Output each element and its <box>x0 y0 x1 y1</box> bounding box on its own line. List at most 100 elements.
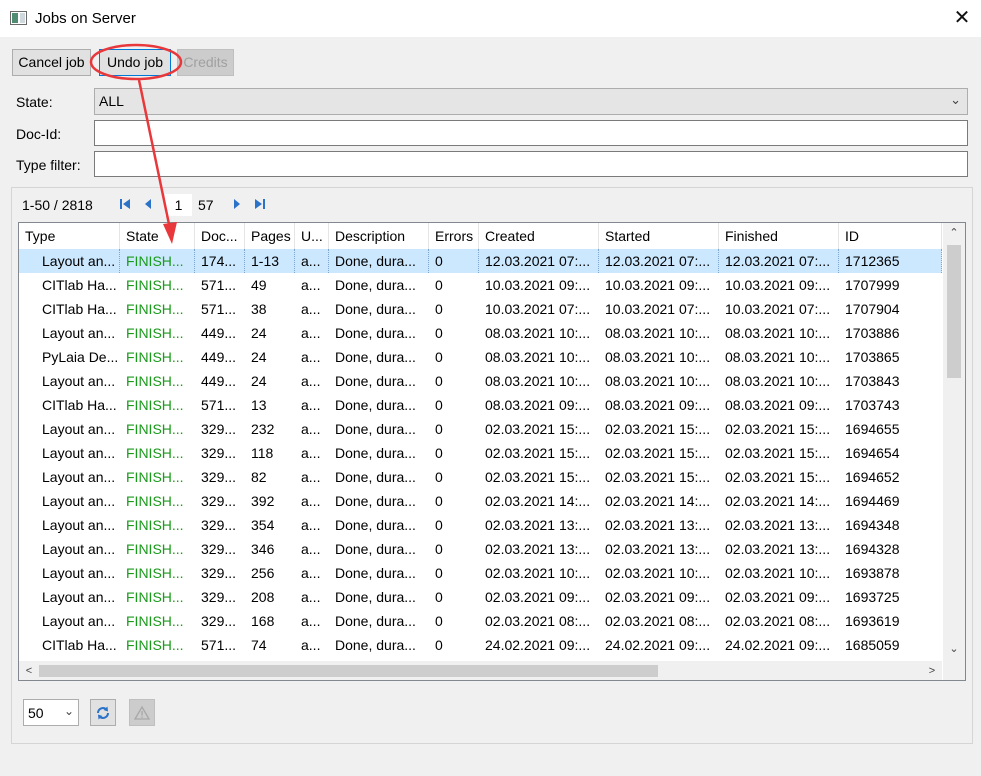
table-cell: 02.03.2021 15:... <box>725 421 831 437</box>
column-header[interactable]: Finished <box>719 223 839 249</box>
table-cell: Done, dura... <box>335 637 416 653</box>
table-cell: Done, dura... <box>329 249 429 273</box>
column-header[interactable]: Errors <box>429 223 479 249</box>
table-cell: 0 <box>435 421 443 437</box>
table-row[interactable]: CITlab Ha... FINISH... 571... 74 a... Done, d… <box>19 633 942 657</box>
jobs-table[interactable]: Type State Doc... Pages U... Description Error… <box>18 222 966 681</box>
table-row[interactable]: Layout an... FINISH... 329... 168 a... Done, … <box>19 609 942 633</box>
table-cell: 24 <box>251 373 267 389</box>
prev-page-icon[interactable] <box>141 197 155 213</box>
scroll-down-icon[interactable]: ⌄ <box>943 639 965 659</box>
title-bar: Jobs on Server ✕ <box>0 0 981 37</box>
table-cell: FINISH... <box>126 421 184 437</box>
table-row[interactable]: PyLaia De... FINISH... 449... 24 a... Done, d… <box>19 345 942 369</box>
table-cell: 02.03.2021 15:... <box>485 469 591 485</box>
table-cell: FINISH... <box>126 301 184 317</box>
column-header[interactable]: ID <box>839 223 942 249</box>
table-cell: CITlab Ha... <box>42 637 117 653</box>
table-cell: 0 <box>435 397 443 413</box>
table-cell: 02.03.2021 09:... <box>725 589 831 605</box>
table-row[interactable]: Layout an... FINISH... 449... 24 a... Done, d… <box>19 369 942 393</box>
table-cell: 0 <box>435 277 443 293</box>
table-cell: 0 <box>435 301 443 317</box>
column-header[interactable]: Doc... <box>195 223 245 249</box>
table-cell: 1694348 <box>845 517 900 533</box>
first-page-icon[interactable] <box>118 197 132 213</box>
table-row[interactable]: CITlab Ha... FINISH... 571... 49 a... Done, d… <box>19 273 942 297</box>
scroll-up-icon[interactable]: ⌃ <box>943 223 965 243</box>
doc-id-label: Doc-Id: <box>16 126 62 142</box>
table-cell: FINISH... <box>126 541 184 557</box>
table-cell: FINISH... <box>120 249 195 273</box>
warning-icon <box>133 706 151 720</box>
table-cell: 329... <box>201 589 237 605</box>
column-header[interactable]: Pages <box>245 223 295 249</box>
scroll-right-icon[interactable]: > <box>922 661 942 680</box>
cancel-job-button[interactable]: Cancel job <box>12 49 91 76</box>
table-cell: 1-13 <box>245 249 295 273</box>
table-cell: 74 <box>251 637 267 653</box>
table-cell: 1694655 <box>845 421 900 437</box>
undo-job-button[interactable]: Undo job <box>99 49 171 76</box>
table-cell: a... <box>301 397 321 413</box>
page-size-select[interactable]: 50 ⌄ <box>23 699 79 726</box>
last-page-icon[interactable] <box>253 197 267 213</box>
table-cell: 02.03.2021 09:... <box>605 589 711 605</box>
refresh-button[interactable] <box>90 699 116 726</box>
column-header[interactable]: Type <box>19 223 120 249</box>
table-cell: 329... <box>201 517 237 533</box>
table-row[interactable]: Layout an... FINISH... 329... 118 a... Done, … <box>19 441 942 465</box>
table-cell: 10.03.2021 07:... <box>725 301 831 317</box>
table-row[interactable]: Layout an... FINISH... 329... 346 a... Done, … <box>19 537 942 561</box>
table-cell: Done, dura... <box>335 277 416 293</box>
table-cell: Done, dura... <box>335 541 416 557</box>
type-filter-input[interactable] <box>94 151 968 177</box>
state-select[interactable]: ALL ⌄ <box>94 88 968 115</box>
table-cell: Done, dura... <box>335 445 416 461</box>
table-cell: a... <box>301 637 321 653</box>
column-header[interactable]: State <box>120 223 195 249</box>
table-cell: 1707999 <box>845 277 900 293</box>
table-cell: Layout an... <box>42 325 116 341</box>
chevron-down-icon: ⌄ <box>950 92 961 107</box>
table-row[interactable]: CITlab Ha... FINISH... 571... 13 a... Done, d… <box>19 393 942 417</box>
table-row[interactable]: CITlab Ha... FINISH... 571... 38 a... Done, d… <box>19 297 942 321</box>
table-cell: Layout an... <box>42 445 116 461</box>
table-cell: Layout an... <box>42 517 116 533</box>
table-cell: 08.03.2021 10:... <box>725 325 831 341</box>
column-header[interactable]: Description <box>329 223 429 249</box>
table-cell: 08.03.2021 10:... <box>605 325 711 341</box>
doc-id-input[interactable] <box>94 120 968 146</box>
table-cell: 10.03.2021 09:... <box>605 277 711 293</box>
column-header[interactable]: U... <box>295 223 329 249</box>
table-row[interactable]: Layout an... FINISH... 449... 24 a... Done, d… <box>19 321 942 345</box>
table-cell: Done, dura... <box>335 373 416 389</box>
table-row[interactable]: Layout an... FINISH... 329... 232 a... Done, … <box>19 417 942 441</box>
type-filter-label: Type filter: <box>16 157 81 173</box>
table-cell: 1707904 <box>845 301 900 317</box>
column-header[interactable]: Created <box>479 223 599 249</box>
vertical-scrollbar[interactable]: ⌃ ⌄ <box>943 223 965 661</box>
close-icon[interactable]: ✕ <box>953 7 971 29</box>
table-cell: 346 <box>251 541 275 557</box>
page-size-value: 50 <box>28 705 44 721</box>
horizontal-scrollbar[interactable]: < > <box>19 661 942 680</box>
table-cell: FINISH... <box>126 325 184 341</box>
table-cell: 0 <box>435 613 443 629</box>
table-cell: a... <box>301 277 321 293</box>
table-row[interactable]: Layout an... FINISH... 329... 82 a... Done, d… <box>19 465 942 489</box>
vertical-scroll-thumb[interactable] <box>947 245 961 378</box>
table-row[interactable]: Layout an... FINISH... 174... 1-13 a... Done,… <box>19 249 942 273</box>
table-body[interactable]: Layout an... FINISH... 174... 1-13 a... Done,… <box>19 249 942 661</box>
table-row[interactable]: Layout an... FINISH... 329... 392 a... Done, … <box>19 489 942 513</box>
table-row[interactable]: Layout an... FINISH... 329... 354 a... Done, … <box>19 513 942 537</box>
table-row[interactable]: Layout an... FINISH... 329... 208 a... Done, … <box>19 585 942 609</box>
horizontal-scroll-thumb[interactable] <box>39 665 658 677</box>
scroll-left-icon[interactable]: < <box>19 661 39 680</box>
next-page-icon[interactable] <box>230 197 244 213</box>
table-row[interactable]: Layout an... FINISH... 329... 256 a... Done, … <box>19 561 942 585</box>
page-number-input[interactable] <box>165 194 192 216</box>
column-header[interactable]: Started <box>599 223 719 249</box>
page-total: 57 <box>198 197 214 213</box>
table-cell: Done, dura... <box>335 613 416 629</box>
